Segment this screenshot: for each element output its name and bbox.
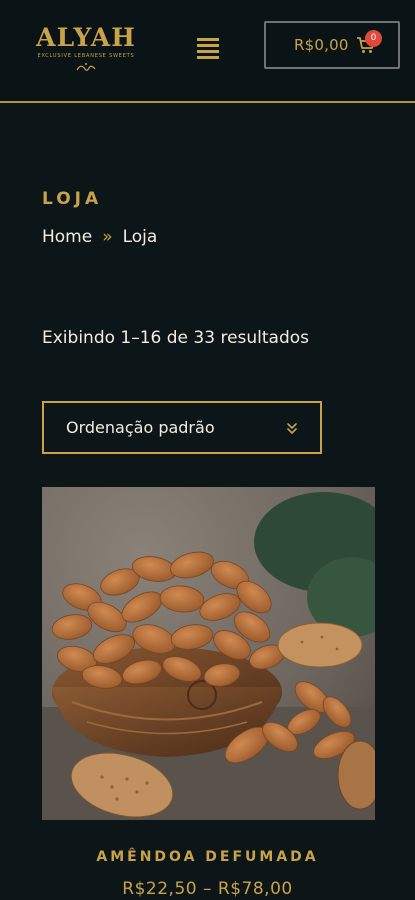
site-header: ALYAH EXCLUSIVE LEBANESE SWEETS R$0,00 0	[0, 0, 415, 103]
almonds-bowl-photo	[42, 487, 375, 820]
page-title: LOJA	[42, 189, 103, 209]
menu-toggle-button[interactable]	[196, 36, 220, 60]
logo-wordmark: ALYAH	[36, 23, 136, 52]
breadcrumb-home-link[interactable]: Home	[42, 227, 92, 247]
hamburger-icon-line	[197, 50, 219, 53]
double-chevron-down-icon	[287, 423, 297, 435]
hamburger-icon	[197, 38, 219, 41]
cart-count-badge: 0	[365, 30, 382, 47]
cart-total: R$0,00	[294, 36, 349, 54]
breadcrumb: Home » Loja	[42, 227, 157, 247]
orderby-selected-value: Ordenação padrão	[66, 418, 215, 437]
product-image-almonds[interactable]	[42, 487, 375, 820]
logo-tagline: EXCLUSIVE LEBANESE SWEETS	[37, 53, 135, 59]
product-price: R$22,50 – R$78,00	[122, 879, 293, 899]
site-logo[interactable]: ALYAH EXCLUSIVE LEBANESE SWEETS	[28, 24, 144, 80]
product-title[interactable]: AMÊNDOA DEFUMADA	[0, 849, 415, 865]
hamburger-icon-line	[197, 56, 219, 59]
orderby-select[interactable]: Ordenação padrão	[42, 401, 322, 454]
breadcrumb-current: Loja	[122, 227, 158, 247]
cart-button[interactable]: R$0,00 0	[264, 21, 400, 69]
result-count: Exibindo 1–16 de 33 resultados	[42, 328, 310, 348]
breadcrumb-separator: »	[102, 227, 113, 247]
logo-ornament-icon	[76, 63, 96, 71]
hamburger-icon-line	[197, 44, 219, 47]
